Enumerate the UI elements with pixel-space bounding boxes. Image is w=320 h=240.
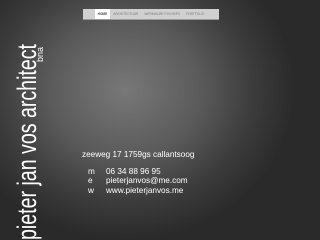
mobile-label: m [88,166,95,176]
email-label: e [88,176,93,185]
mobile-value: 06 34 88 96 95 [106,166,161,176]
nav-item-werkwijze[interactable]: werkwijze pjvos/pv [141,9,183,19]
contact-row-email: e pieterjanvos@me.com [82,176,194,186]
address: zeeweg 17 1759gs callantsoog [82,150,195,159]
nav-item-home[interactable]: home [94,9,111,19]
logo-name: pieter jan vos architect [12,44,42,240]
logo-suffix: bna [35,47,45,62]
contact-row-mobile: m 06 34 88 96 95 [82,167,194,177]
top-navigation: home architectuur werkwijze pjvos/pv por… [83,9,219,20]
nav-item-architectuur[interactable]: architectuur [110,9,141,19]
website-link[interactable]: www.pieterjanvos.me [106,186,183,196]
email-link[interactable]: pieterjanvos@me.com [106,176,188,186]
logo[interactable]: pieter jan vos architect bna [6,22,46,240]
contact-row-website: w www.pieterjanvos.me [82,186,194,196]
contact-block: zeeweg 17 1759gs callantsoog m 06 34 88 … [82,150,194,195]
nav-item-portfolio[interactable]: portfolio [183,9,207,19]
website-label: w [88,185,94,195]
